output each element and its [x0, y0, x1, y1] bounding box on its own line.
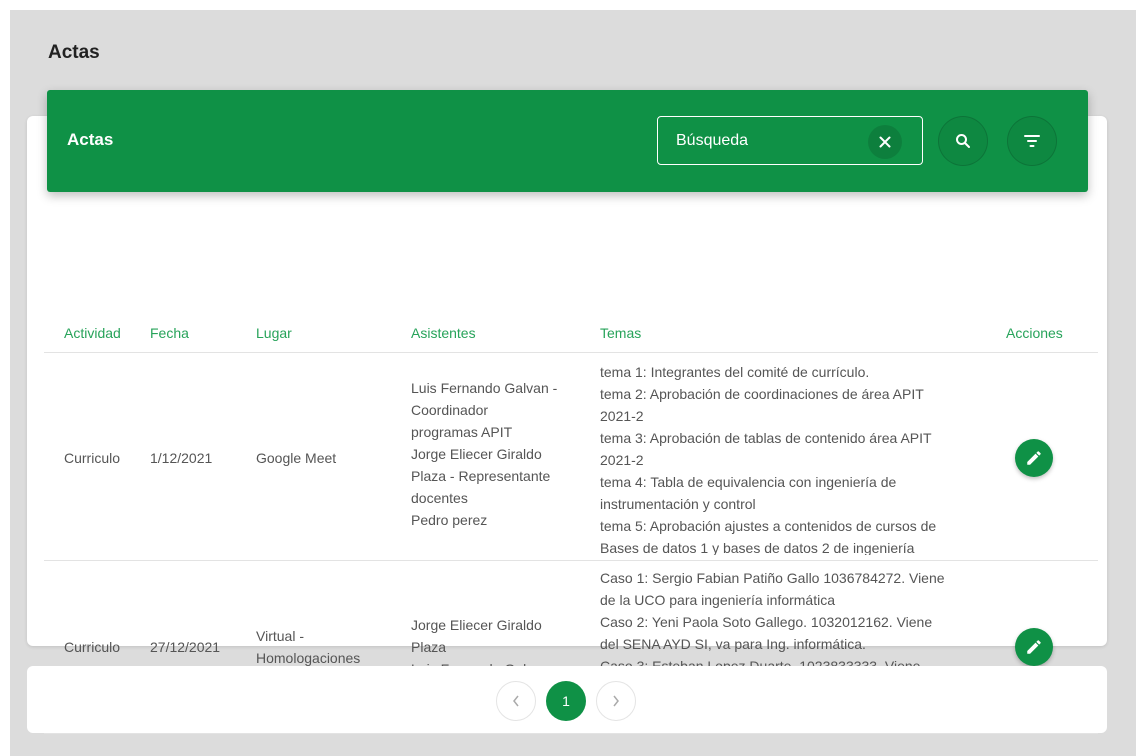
search-box [657, 116, 923, 165]
cell-fecha: 27/12/2021 [150, 639, 221, 655]
cell-actividad: Curriculo [64, 450, 121, 466]
pagination-card: 1 [27, 666, 1107, 733]
edit-button[interactable] [1015, 439, 1053, 477]
column-header-actividad: Actividad [64, 325, 121, 341]
search-button[interactable] [938, 116, 988, 166]
page-background: Actas Actividad Fecha Lugar Asistentes T… [10, 10, 1136, 756]
next-page-button[interactable] [596, 681, 636, 721]
column-header-acciones: Acciones [1006, 325, 1063, 341]
page-button-current[interactable]: 1 [546, 681, 586, 721]
column-header-fecha: Fecha [150, 325, 189, 341]
table-card: Actividad Fecha Lugar Asistentes Temas A… [27, 116, 1107, 734]
chevron-left-icon [513, 695, 519, 707]
chevron-right-icon [613, 695, 619, 707]
column-header-asistentes: Asistentes [411, 325, 476, 341]
page-title: Actas [48, 42, 100, 63]
column-header-lugar: Lugar [256, 325, 292, 341]
cell-asistentes: Luis Fernando Galvan - Coordinador progr… [411, 380, 558, 528]
table-header-row: Actividad Fecha Lugar Asistentes Temas A… [44, 325, 1098, 353]
table-row: Curriculo 1/12/2021 Google Meet Luis Fer… [44, 353, 1098, 561]
edit-button[interactable] [1015, 628, 1053, 666]
column-header-temas: Temas [600, 325, 642, 341]
close-icon [879, 136, 891, 148]
previous-page-button[interactable] [496, 681, 536, 721]
header-title: Actas [67, 130, 114, 149]
cell-temas: tema 1: Integrantes del comité de curríc… [600, 364, 937, 555]
filter-icon [1024, 135, 1040, 147]
cell-lugar: Google Meet [256, 450, 337, 466]
search-icon [956, 134, 970, 148]
pencil-icon [1027, 451, 1041, 465]
clear-search-button[interactable] [868, 125, 902, 159]
table-header-bar: Actas [47, 90, 1088, 192]
filter-button[interactable] [1007, 116, 1057, 166]
pencil-icon [1027, 640, 1041, 654]
cell-fecha: 1/12/2021 [150, 450, 213, 466]
cell-actividad: Curriculo [64, 639, 121, 655]
cell-lugar: Virtual - Homologaciones [256, 628, 361, 666]
search-input[interactable] [676, 129, 856, 153]
